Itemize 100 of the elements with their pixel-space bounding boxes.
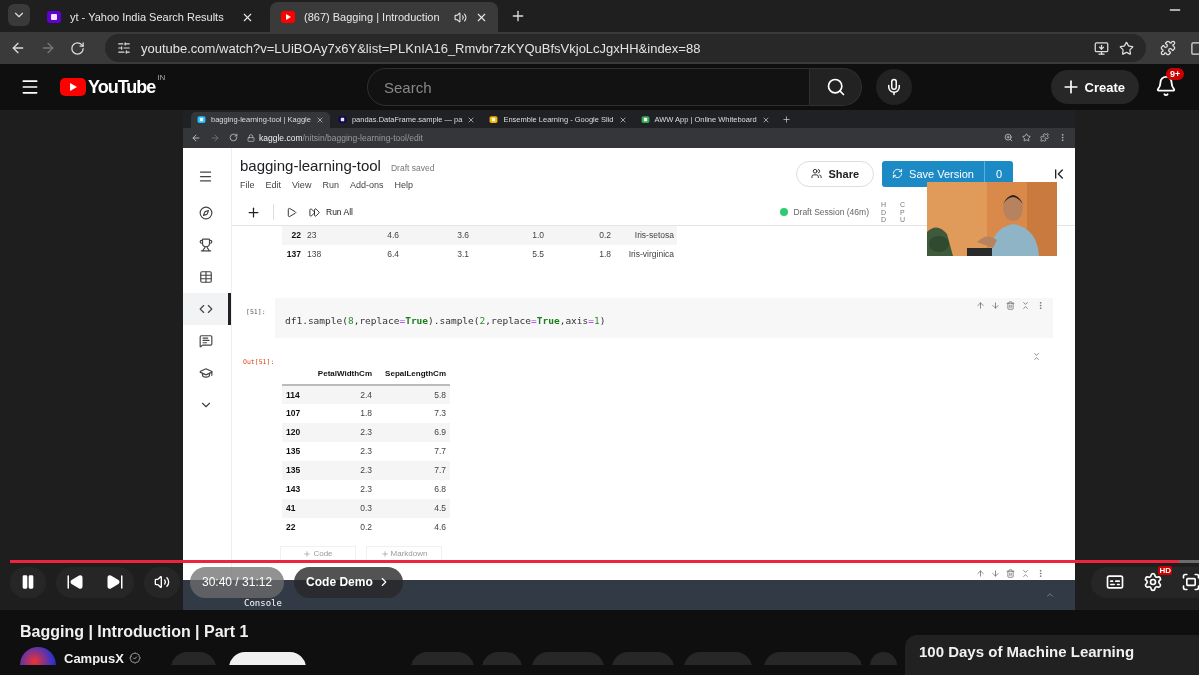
table-cell-text: Iris-setosa (633, 230, 675, 241)
bell-icon[interactable] (1155, 75, 1177, 98)
volume-button[interactable] (144, 567, 180, 598)
move-down-icon[interactable] (991, 569, 1000, 578)
table-cell-text: 4.6 (386, 230, 400, 241)
close-icon[interactable] (618, 116, 627, 124)
more-icon[interactable] (1058, 133, 1067, 143)
menu-item[interactable]: Add-ons (349, 180, 384, 191)
pause-button[interactable] (10, 567, 46, 598)
table-cell-text: 22 (290, 230, 302, 241)
video-title: Bagging | Introduction | Part 1 (20, 623, 250, 641)
menu-item[interactable]: Run (322, 180, 339, 191)
browser-tab[interactable]: yt - Yahoo India Search Results (36, 2, 264, 33)
playlist-title: 100 Days of Machine Learning (919, 643, 1135, 660)
run-all-button[interactable]: Run All (309, 207, 353, 218)
table-cell: 22 (282, 518, 310, 537)
move-up-icon[interactable] (976, 301, 985, 310)
search-field[interactable]: Search (367, 68, 810, 107)
verified-icon (128, 652, 141, 664)
collapse-icon[interactable] (1021, 301, 1030, 310)
table-header: SepalLengthCm (376, 368, 450, 385)
table-cell: 1.8 (310, 404, 376, 423)
tab-list-button[interactable] (8, 4, 30, 27)
refresh-icon (892, 168, 904, 180)
collapse-icon[interactable] (1021, 569, 1030, 578)
reload-icon[interactable] (229, 133, 238, 143)
graduation-cap-icon (198, 366, 213, 380)
move-up-icon[interactable] (976, 569, 985, 578)
collapse-icon[interactable] (1032, 352, 1041, 361)
table-cell: 135 (282, 442, 310, 461)
browser-tab[interactable]: (867) Bagging | Introduction (270, 2, 498, 33)
channel-name[interactable]: CampusX (64, 651, 124, 665)
table-cell: 2.3 (310, 480, 376, 499)
delete-icon[interactable] (1006, 569, 1015, 578)
create-button[interactable]: Create (1050, 70, 1139, 105)
notebook-title: bagging-learning-tool (240, 157, 381, 175)
run-button[interactable] (286, 207, 297, 218)
address-field[interactable]: youtube.com/watch?v=LUiBOAy7x6Y&list=PLKnIA16_Rmvbr7zKYQuBfsVkjoLcJgxHH&index=88 (105, 34, 1146, 63)
comment-icon (198, 334, 213, 348)
site-settings-icon[interactable] (117, 41, 131, 56)
table-cell: 0.2 (310, 518, 376, 537)
table-cell-text: 137 (285, 249, 302, 260)
share-button[interactable]: Share (796, 161, 875, 187)
settings-icon[interactable] (1143, 572, 1163, 593)
table-cell: 135 (282, 461, 310, 480)
session-status: Draft Session (46m) (793, 207, 869, 218)
console-label[interactable]: Console (244, 598, 282, 610)
sidebar-item[interactable] (183, 293, 231, 325)
menu-icon (198, 169, 213, 185)
table-cell-text: 138 (306, 249, 323, 260)
delete-icon[interactable] (1006, 301, 1015, 310)
star-icon[interactable] (1022, 133, 1031, 143)
save-status: Draft saved (390, 163, 435, 174)
table-cell: 2.3 (310, 442, 376, 461)
back-icon[interactable] (191, 133, 201, 143)
table-cell-text: 1.8 (598, 249, 612, 260)
code-cell[interactable]: df1.sample(8,replace=True).sample(2,replace=True,axis=1) (275, 298, 1053, 338)
code-icon (198, 302, 213, 316)
table-cell-text: 5.5 (531, 249, 545, 260)
new-tab-icon[interactable] (781, 115, 791, 124)
save-version-button[interactable]: Save Version 0 (882, 161, 1013, 187)
extensions-icon[interactable] (1160, 40, 1176, 57)
add-cell-button[interactable] (246, 205, 261, 220)
close-icon[interactable] (761, 116, 770, 124)
quality-badge: HD (1158, 566, 1172, 576)
more-icon[interactable] (1036, 569, 1045, 578)
plus-icon (380, 550, 389, 558)
chapter-button[interactable]: Code Demo (294, 567, 403, 598)
table-cell: 114 (282, 385, 310, 404)
reload-icon[interactable] (70, 40, 85, 56)
search-button[interactable] (810, 68, 862, 107)
menu-item[interactable]: Edit (265, 180, 282, 191)
table-cell-text: 23 (306, 230, 318, 241)
lock-icon (247, 134, 255, 142)
zoom-icon[interactable] (1004, 133, 1013, 143)
star-icon[interactable] (1119, 40, 1134, 56)
mic-button[interactable] (876, 69, 912, 106)
menu-item[interactable]: File (240, 180, 255, 191)
playlist-card[interactable]: 100 Days of Machine Learning (905, 635, 1199, 675)
notification-badge: 9+ (1166, 68, 1185, 81)
previous-icon[interactable] (66, 573, 84, 592)
install-icon[interactable] (1094, 40, 1109, 56)
extensions-icon[interactable] (1040, 133, 1049, 143)
table-cell: 143 (282, 480, 310, 499)
compass-icon (198, 206, 213, 220)
table-cell: 2.3 (310, 423, 376, 442)
more-icon[interactable] (1036, 301, 1045, 310)
next-icon[interactable] (106, 573, 124, 592)
menu-item[interactable]: Help (394, 180, 413, 191)
table-cell: 2.3 (310, 461, 376, 480)
table-cell: 7.7 (376, 461, 450, 480)
table-cell: 107 (282, 404, 310, 423)
close-icon[interactable] (467, 116, 476, 124)
fast-forward-icon (309, 207, 320, 218)
menu-item[interactable]: View (292, 180, 312, 191)
table-icon (198, 270, 213, 284)
table-cell: 7.7 (376, 442, 450, 461)
fullscreen-icon[interactable] (1181, 572, 1199, 593)
favicon-icon (46, 9, 62, 26)
move-down-icon[interactable] (991, 301, 1000, 310)
